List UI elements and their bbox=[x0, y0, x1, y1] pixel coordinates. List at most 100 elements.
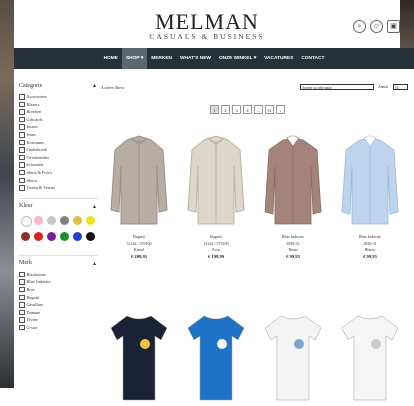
page-button[interactable]: 1 bbox=[210, 105, 219, 114]
category-item[interactable]: Jassen bbox=[19, 123, 98, 131]
checkbox[interactable] bbox=[19, 139, 25, 146]
checkbox[interactable] bbox=[19, 132, 25, 138]
checkbox[interactable] bbox=[19, 286, 25, 293]
checkbox[interactable] bbox=[19, 279, 25, 285]
page-button[interactable]: 4 bbox=[243, 105, 252, 114]
checkbox[interactable] bbox=[19, 177, 25, 184]
brand-item[interactable]: Bugatti bbox=[19, 294, 98, 302]
checkbox[interactable] bbox=[19, 101, 25, 108]
color-swatch[interactable] bbox=[47, 215, 56, 225]
product-card[interactable]: Bliss Industry 2839-31 Blauw € 99,95 bbox=[332, 130, 408, 260]
nav-vacatures[interactable]: VACATURES bbox=[260, 48, 297, 69]
per-page-select[interactable]: 16 bbox=[393, 84, 408, 90]
page-button[interactable]: 3 bbox=[232, 105, 241, 114]
color-swatch[interactable] bbox=[21, 215, 32, 227]
checkbox[interactable] bbox=[19, 271, 25, 278]
product-image[interactable] bbox=[107, 306, 171, 406]
brand-item[interactable]: Bliss Industry bbox=[19, 278, 98, 286]
color-swatch[interactable] bbox=[86, 215, 95, 225]
product-image-wrap bbox=[184, 306, 248, 406]
product-card[interactable]: Bugatti 31244 / 373100 Ecru € 199,99 bbox=[178, 130, 254, 260]
page-button[interactable]: 31 bbox=[265, 105, 274, 114]
cart-icon[interactable]: ▣ bbox=[387, 20, 400, 33]
checkbox[interactable] bbox=[19, 124, 25, 130]
product-image[interactable] bbox=[261, 306, 325, 406]
page-button[interactable]: 2 bbox=[221, 105, 230, 114]
nav-whats-new[interactable]: WHAT'S NEW bbox=[176, 48, 215, 69]
color-swatch[interactable] bbox=[73, 231, 82, 241]
checkbox[interactable] bbox=[19, 309, 25, 316]
product-card[interactable] bbox=[101, 306, 177, 406]
category-item[interactable]: Broeken bbox=[19, 108, 98, 116]
product-card[interactable] bbox=[332, 306, 408, 406]
brand-item[interactable]: Cavallaro bbox=[19, 301, 98, 309]
nav-shop[interactable]: SHOP ▾ bbox=[121, 48, 148, 69]
page-button[interactable]: ... bbox=[254, 105, 263, 114]
filter-merk-header[interactable]: Merk ▴ bbox=[19, 260, 98, 267]
product-card[interactable] bbox=[178, 306, 254, 406]
brand-item[interactable]: Blackstone bbox=[19, 271, 98, 279]
product-image[interactable] bbox=[107, 130, 171, 230]
color-swatch[interactable] bbox=[34, 215, 43, 225]
checkbox[interactable] bbox=[19, 302, 25, 308]
product-card[interactable]: Bliss Industry 2839-31 Bruin € 99,95 bbox=[255, 130, 331, 260]
collapse-icon[interactable]: ▴ bbox=[93, 203, 96, 210]
category-item[interactable]: Schoenen bbox=[19, 161, 98, 169]
color-swatch[interactable] bbox=[60, 231, 69, 241]
category-item[interactable]: Shorts bbox=[19, 177, 98, 185]
sort-select[interactable]: Sorteer op relevantie bbox=[300, 84, 374, 90]
product-price: € 199,99 bbox=[207, 253, 225, 259]
filter-kleur-header[interactable]: Kleur ▴ bbox=[19, 203, 98, 210]
checkbox[interactable] bbox=[19, 94, 25, 100]
color-swatch[interactable] bbox=[47, 231, 56, 241]
search-icon[interactable]: ⌕ bbox=[353, 20, 366, 33]
checkbox[interactable] bbox=[19, 317, 25, 323]
color-swatch[interactable] bbox=[86, 231, 95, 241]
color-swatch[interactable] bbox=[60, 215, 69, 225]
checkbox[interactable] bbox=[19, 109, 25, 115]
category-item[interactable]: Truien & Vesten bbox=[19, 184, 98, 192]
checkbox[interactable] bbox=[19, 116, 25, 123]
category-item[interactable]: Blazers bbox=[19, 101, 98, 109]
category-item[interactable]: Giftcards bbox=[19, 116, 98, 124]
checkbox[interactable] bbox=[19, 294, 25, 301]
checkbox[interactable] bbox=[19, 154, 25, 161]
brand-item[interactable]: Elvine bbox=[19, 316, 98, 324]
brand-item[interactable]: Dunone bbox=[19, 309, 98, 317]
nav-merken[interactable]: MERKEN bbox=[147, 48, 176, 69]
category-item[interactable]: Onderbroek bbox=[19, 146, 98, 154]
product-image[interactable] bbox=[184, 306, 248, 406]
category-item[interactable]: Kostuums bbox=[19, 139, 98, 147]
product-image[interactable] bbox=[338, 130, 402, 230]
color-swatch[interactable] bbox=[34, 231, 43, 241]
color-swatch[interactable] bbox=[73, 215, 82, 225]
nav-onze-winkel[interactable]: ONZE WINKEL ▾ bbox=[215, 48, 260, 69]
product-image[interactable] bbox=[338, 306, 402, 406]
product-image[interactable] bbox=[184, 130, 248, 230]
category-item[interactable]: Overhemden bbox=[19, 154, 98, 162]
category-item[interactable]: Accessoires bbox=[19, 93, 98, 101]
nav-contact[interactable]: CONTACT bbox=[297, 48, 328, 69]
collapse-icon[interactable]: ▴ bbox=[93, 260, 96, 267]
collapse-icon[interactable]: ▴ bbox=[93, 82, 96, 89]
product-info: Bliss Industry 2839-31 Bruin € 99,95 bbox=[255, 234, 331, 260]
product-image[interactable] bbox=[261, 130, 325, 230]
checkbox[interactable] bbox=[19, 185, 25, 191]
page-button[interactable]: › bbox=[276, 105, 285, 114]
checkbox[interactable] bbox=[19, 324, 25, 331]
checkbox[interactable] bbox=[19, 147, 25, 153]
brand-item[interactable]: G-star bbox=[19, 324, 98, 332]
category-item[interactable]: Jeans bbox=[19, 131, 98, 139]
category-label: Shorts bbox=[26, 177, 38, 183]
filter-categorie-header[interactable]: Categorie ▴ bbox=[19, 82, 98, 90]
checkbox[interactable] bbox=[19, 169, 25, 176]
checkbox[interactable] bbox=[19, 162, 25, 168]
brand-item[interactable]: Brax bbox=[19, 286, 98, 294]
category-item[interactable]: Shirts & Polo's bbox=[19, 169, 98, 177]
user-icon[interactable]: ☺ bbox=[370, 20, 383, 33]
product-card[interactable]: Bugatti 31244 / 376100 Kiezel € 209,95 bbox=[101, 130, 177, 260]
product-card[interactable] bbox=[255, 306, 331, 406]
nav-home[interactable]: HOME bbox=[100, 48, 122, 69]
category-list: Accessoires Blazers Broeken Giftcards Jassen… bbox=[19, 93, 98, 192]
color-swatch[interactable] bbox=[21, 231, 30, 241]
